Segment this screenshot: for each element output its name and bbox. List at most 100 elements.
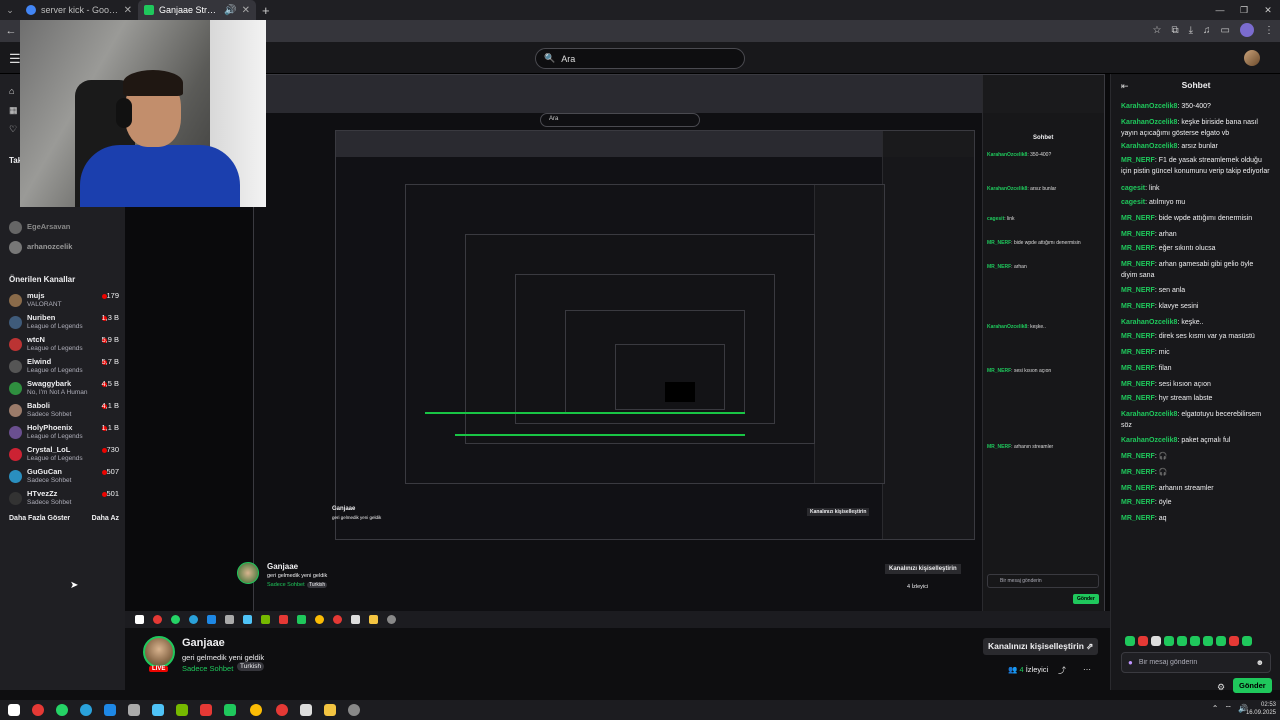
chat-username[interactable]: MR_NERF — [1121, 381, 1155, 388]
show-less-link[interactable]: Daha Az — [92, 515, 119, 522]
chat-username[interactable]: MR_NERF — [1121, 287, 1155, 294]
chat-username[interactable]: MR_NERF — [1121, 365, 1155, 372]
chat-username[interactable]: KarahanOzcelik8 — [1121, 411, 1177, 418]
new-tab-button[interactable]: + — [256, 3, 276, 18]
customize-channel-button[interactable]: Kanalınızı kişiselleştirin ⇗ — [983, 638, 1099, 655]
emote-icon[interactable] — [1164, 636, 1174, 646]
chat-username[interactable]: MR_NERF — [1121, 333, 1155, 340]
show-more-link[interactable]: Daha Fazla Göster — [9, 515, 70, 522]
chat-username[interactable]: MR_NERF — [1121, 485, 1155, 492]
sidebar-channel-mujs[interactable]: mujs VALORANT 179 — [0, 290, 125, 312]
chat-username[interactable]: MR_NERF — [1121, 349, 1155, 356]
sidebar-channel-crystal-lol[interactable]: Crystal_LoL League of Legends 730 — [0, 444, 125, 466]
send-button[interactable]: Gönder — [1233, 678, 1272, 693]
app-icon[interactable] — [200, 704, 212, 716]
chat-username[interactable]: MR_NERF — [1121, 469, 1155, 476]
sidebar-channel-nuriben[interactable]: Nuriben League of Legends 1,3 B — [0, 312, 125, 334]
emote-icon[interactable] — [1190, 636, 1200, 646]
app-icon[interactable] — [300, 704, 312, 716]
tab-google-search[interactable]: server kick - Google'da Ara ✕ — [20, 0, 138, 20]
sidebar-channel-baboli[interactable]: Baboli Sadece Sohbet 4,1 B — [0, 400, 125, 422]
back-icon[interactable]: ← — [0, 25, 22, 37]
search-input[interactable] — [561, 53, 732, 64]
chrome-icon[interactable] — [250, 704, 262, 716]
chat-username[interactable]: MR_NERF — [1121, 261, 1155, 268]
close-icon[interactable]: ✕ — [124, 5, 132, 16]
channel-name[interactable]: Ganjaae — [182, 637, 225, 649]
user-avatar[interactable] — [1244, 50, 1260, 66]
sidebar-channel-htvezzz[interactable]: HTvezZz Sadece Sohbet 501 — [0, 488, 125, 510]
sidepanel-icon[interactable]: ▭ — [1221, 25, 1230, 36]
profile-avatar[interactable] — [1240, 23, 1254, 37]
emote-icon[interactable] — [1125, 636, 1135, 646]
emote-icon[interactable] — [1216, 636, 1226, 646]
share-icon[interactable]: ⤴ — [1058, 665, 1066, 676]
emote-icon[interactable] — [1229, 636, 1239, 646]
close-window-button[interactable]: ✕ — [1256, 0, 1280, 20]
chat-username[interactable]: MR_NERF — [1121, 515, 1155, 522]
followed-channel[interactable]: arhanozcelik — [0, 237, 125, 259]
emote-icon[interactable] — [1151, 636, 1161, 646]
kick-icon[interactable] — [224, 704, 236, 716]
followed-channel[interactable]: EgeArsavan — [0, 217, 125, 239]
menu-icon[interactable]: ☰ — [9, 51, 21, 67]
chat-username[interactable]: KarahanOzcelik8 — [1121, 143, 1177, 150]
chat-message-input[interactable] — [1138, 659, 1250, 666]
chat-username[interactable]: KarahanOzcelik8 — [1121, 437, 1177, 444]
tab-search-icon[interactable]: ⌄ — [0, 0, 20, 20]
opera-icon[interactable] — [32, 704, 44, 716]
chat-username[interactable]: MR_NERF — [1121, 231, 1155, 238]
nvidia-icon[interactable] — [176, 704, 188, 716]
windows-start-icon[interactable] — [8, 704, 20, 716]
chat-username[interactable]: KarahanOzcelik8 — [1121, 103, 1177, 110]
settings-icon[interactable] — [348, 704, 360, 716]
gear-icon[interactable]: ⚙ — [1217, 682, 1225, 693]
bookmark-star-icon[interactable]: ☆ — [1153, 25, 1162, 36]
network-icon[interactable]: ⌔ — [1225, 704, 1233, 714]
chat-username[interactable]: cagesit — [1121, 199, 1145, 206]
channel-avatar[interactable] — [143, 636, 175, 668]
emote-icon[interactable] — [1242, 636, 1252, 646]
language-tag[interactable]: Turkish — [237, 662, 265, 671]
app-icon[interactable] — [104, 704, 116, 716]
chat-input-box[interactable]: ● ☻ — [1121, 652, 1271, 673]
whatsapp-icon[interactable] — [56, 704, 68, 716]
extensions-icon[interactable]: ⧉ — [1171, 25, 1178, 36]
chat-username[interactable]: KarahanOzcelik8 — [1121, 119, 1177, 126]
stream-category-link[interactable]: Sadece Sohbet — [182, 664, 233, 673]
badge-icon[interactable]: ● — [1128, 658, 1133, 667]
chat-username[interactable]: MR_NERF — [1121, 453, 1155, 460]
app-icon[interactable] — [128, 704, 140, 716]
maximize-button[interactable]: ❐ — [1232, 0, 1256, 20]
chat-username[interactable]: cagesit — [1121, 185, 1145, 192]
browser-menu-icon[interactable]: ⋮ — [1264, 25, 1274, 36]
sidebar-channel-holyphoenix[interactable]: HolyPhoenix League of Legends 1,1 B — [0, 422, 125, 444]
media-icon[interactable]: ♫ — [1203, 25, 1211, 36]
emoji-icon[interactable]: ☻ — [1256, 658, 1264, 667]
sidebar-channel-gugucan[interactable]: GuGuCan Sadece Sohbet 507 — [0, 466, 125, 488]
app-icon[interactable] — [276, 704, 288, 716]
steam-icon[interactable] — [152, 704, 164, 716]
minimize-button[interactable]: — — [1208, 0, 1232, 20]
sidebar-channel-wtcn[interactable]: wtcN League of Legends 5,9 B — [0, 334, 125, 356]
chat-username[interactable]: MR_NERF — [1121, 499, 1155, 506]
sidebar-channel-elwind[interactable]: Elwind League of Legends 5,7 B — [0, 356, 125, 378]
emote-icon[interactable] — [1138, 636, 1148, 646]
folder-icon[interactable] — [324, 704, 336, 716]
download-icon[interactable]: ⤓ — [1189, 25, 1193, 36]
close-icon[interactable]: ✕ — [242, 5, 250, 16]
more-options-icon[interactable]: ⋯ — [1083, 665, 1091, 674]
search-box[interactable]: 🔍 — [535, 48, 745, 69]
system-clock[interactable]: 02:53 16.09.2025 — [1246, 701, 1276, 717]
emote-icon[interactable] — [1177, 636, 1187, 646]
home-icon[interactable]: ⌂ — [9, 86, 14, 96]
telegram-icon[interactable] — [80, 704, 92, 716]
chat-username[interactable]: MR_NERF — [1121, 157, 1155, 164]
chat-username[interactable]: MR_NERF — [1121, 245, 1155, 252]
sidebar-channel-swaggybark[interactable]: Swaggybark No, I'm Not A Human 4,5 B — [0, 378, 125, 400]
stream-video-player[interactable]: Ara Sohbet KarahanOzcelik8: 350-400? Kar… — [125, 74, 1110, 628]
tab-ganjaae-stream[interactable]: Ganjaae Stream - Watch Live 🔊 ✕ — [138, 0, 256, 20]
chat-username[interactable]: MR_NERF — [1121, 303, 1155, 310]
browse-icon[interactable]: ▦ — [9, 105, 18, 116]
chat-username[interactable]: MR_NERF — [1121, 395, 1155, 402]
